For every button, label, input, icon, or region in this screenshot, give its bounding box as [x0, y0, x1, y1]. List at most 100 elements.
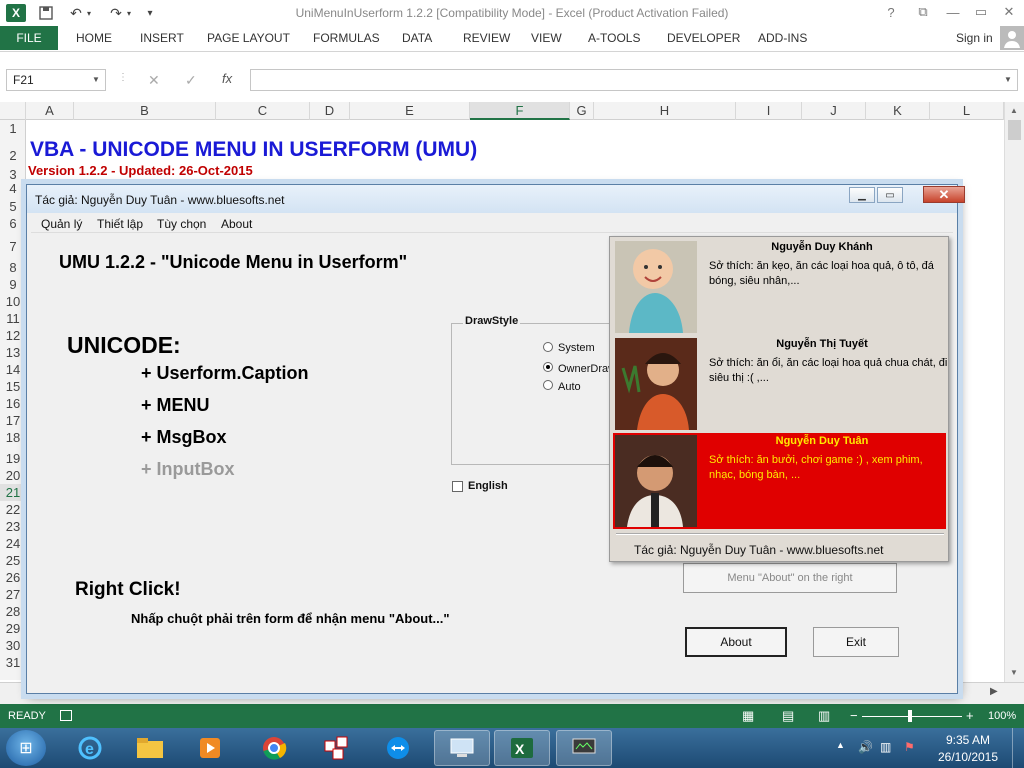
form-maximize-icon[interactable]: ▭ [877, 187, 903, 203]
tab-formulas[interactable]: FORMULAS [313, 31, 380, 45]
tab-home[interactable]: HOME [76, 31, 112, 45]
form-close-icon[interactable]: ✕ [923, 186, 965, 203]
media-player-icon[interactable] [184, 730, 236, 766]
popup-footer[interactable]: Tác giả: Nguyễn Duy Tuân - www.bluesofts… [634, 543, 883, 557]
row-header[interactable]: 17 [0, 412, 26, 429]
row-header[interactable]: 15 [0, 378, 26, 395]
row-header[interactable]: 5 [0, 198, 26, 215]
about-button[interactable]: About [685, 627, 787, 657]
row-header-selected[interactable]: 21 [0, 484, 26, 501]
cancel-entry-icon[interactable]: ✕ [148, 72, 160, 89]
row-header[interactable]: 6 [0, 215, 26, 232]
select-all-corner[interactable] [0, 102, 26, 120]
row-header[interactable]: 13 [0, 344, 26, 361]
radio-auto[interactable] [543, 380, 553, 390]
confirm-entry-icon[interactable]: ✓ [185, 72, 197, 89]
radio-system[interactable] [543, 342, 553, 352]
tab-add-ins[interactable]: ADD-INS [758, 31, 807, 45]
tab-review[interactable]: REVIEW [463, 31, 510, 45]
column-header[interactable]: E [350, 102, 470, 120]
form-minimize-icon[interactable]: ▁ [849, 187, 875, 203]
column-header[interactable]: D [310, 102, 350, 120]
sign-in-link[interactable]: Sign in [956, 31, 993, 45]
column-header[interactable]: L [930, 102, 1004, 120]
column-header[interactable]: J [802, 102, 866, 120]
scroll-right-icon[interactable]: ▶ [990, 686, 998, 697]
vertical-scrollbar[interactable]: ▲ ▼ [1004, 102, 1024, 682]
row-header[interactable]: 23 [0, 518, 26, 535]
menu-about-right-button[interactable]: Menu "About" on the right [683, 563, 897, 593]
unikey-icon[interactable] [310, 730, 362, 766]
row-header[interactable]: 27 [0, 586, 26, 603]
file-explorer-icon[interactable] [124, 730, 176, 766]
row-header[interactable]: 20 [0, 467, 26, 484]
menu-quan-ly[interactable]: Quản lý [41, 217, 82, 231]
zoom-slider-thumb[interactable] [908, 710, 912, 722]
restore-icon[interactable]: ▭ [970, 3, 992, 21]
zoom-level[interactable]: 100% [988, 710, 1016, 722]
tab-file[interactable]: FILE [0, 26, 58, 50]
menu-tuy-chon[interactable]: Tùy chọn [157, 217, 206, 231]
column-header[interactable]: I [736, 102, 802, 120]
tab-data[interactable]: DATA [402, 31, 432, 45]
zoom-out-icon[interactable]: − [850, 708, 858, 723]
scroll-down-icon[interactable]: ▼ [1010, 668, 1018, 677]
expand-formula-bar-icon[interactable]: ▼ [1004, 75, 1012, 84]
column-header[interactable]: H [594, 102, 736, 120]
english-checkbox[interactable] [452, 481, 463, 492]
show-desktop-button[interactable] [1012, 728, 1024, 768]
row-header[interactable]: 16 [0, 395, 26, 412]
name-box[interactable]: F21 [6, 69, 106, 91]
row-header[interactable]: 28 [0, 603, 26, 620]
row-header[interactable]: 31 [0, 654, 26, 671]
row-header[interactable]: 9 [0, 276, 26, 293]
tab-page-layout[interactable]: PAGE LAYOUT [207, 31, 290, 45]
row-header[interactable]: 4 [0, 180, 26, 197]
row-header[interactable]: 14 [0, 361, 26, 378]
chrome-icon[interactable] [248, 730, 300, 766]
help-icon[interactable]: ? [880, 3, 902, 21]
popup-item[interactable]: Nguyễn Thị Tuyết Sở thích: ăn ổi, ăn các… [613, 336, 947, 432]
row-header[interactable]: 24 [0, 535, 26, 552]
show-hidden-icons[interactable]: ▲ [836, 740, 845, 750]
popup-item[interactable]: Nguyễn Duy Khánh Sở thích: ăn kẹo, ăn cá… [613, 239, 946, 335]
row-header[interactable]: 29 [0, 620, 26, 637]
macro-record-icon[interactable] [60, 710, 72, 721]
row-header[interactable]: 18 [0, 429, 26, 446]
menu-thiet-lap[interactable]: Thiết lập [97, 217, 143, 231]
internet-explorer-icon[interactable]: e [64, 730, 116, 766]
popup-item-highlighted[interactable]: Nguyễn Duy Tuân Sở thích: ăn bưởi, chơi … [613, 433, 946, 529]
zoom-in-icon[interactable]: + [966, 708, 974, 723]
name-box-dropdown-icon[interactable]: ▼ [92, 75, 100, 84]
column-header[interactable]: G [570, 102, 594, 120]
teamviewer-icon[interactable] [372, 730, 424, 766]
start-button-icon[interactable]: ⊞ [6, 730, 46, 766]
row-header[interactable]: 10 [0, 293, 26, 310]
action-center-icon[interactable]: ⚑ [904, 740, 915, 754]
column-header[interactable]: K [866, 102, 930, 120]
volume-icon[interactable]: 🔊 [858, 740, 873, 754]
clock-date[interactable]: 26/10/2015 [934, 750, 1002, 764]
tab-insert[interactable]: INSERT [140, 31, 184, 45]
column-header[interactable]: B [74, 102, 216, 120]
column-header-selected[interactable]: F [470, 102, 570, 120]
formula-input[interactable] [250, 69, 1018, 91]
page-break-view-icon[interactable]: ▥ [818, 708, 830, 724]
column-header[interactable]: C [216, 102, 310, 120]
row-header[interactable]: 25 [0, 552, 26, 569]
menu-about[interactable]: About [221, 217, 252, 231]
row-header[interactable]: 11 [0, 310, 26, 327]
close-icon[interactable]: ✕ [998, 3, 1020, 21]
row-header[interactable]: 1 [0, 120, 26, 137]
row-header[interactable]: 2 [0, 137, 26, 166]
user-avatar-icon[interactable] [1000, 26, 1024, 50]
page-layout-view-icon[interactable]: ▤ [782, 708, 794, 724]
exit-button[interactable]: Exit [813, 627, 899, 657]
row-header[interactable]: 19 [0, 450, 26, 467]
row-header[interactable]: 8 [0, 259, 26, 276]
tab-developer[interactable]: DEVELOPER [667, 31, 740, 45]
row-header[interactable]: 7 [0, 238, 26, 255]
column-header[interactable]: A [26, 102, 74, 120]
scroll-up-icon[interactable]: ▲ [1010, 106, 1018, 115]
network-icon[interactable]: ▥ [880, 740, 891, 754]
